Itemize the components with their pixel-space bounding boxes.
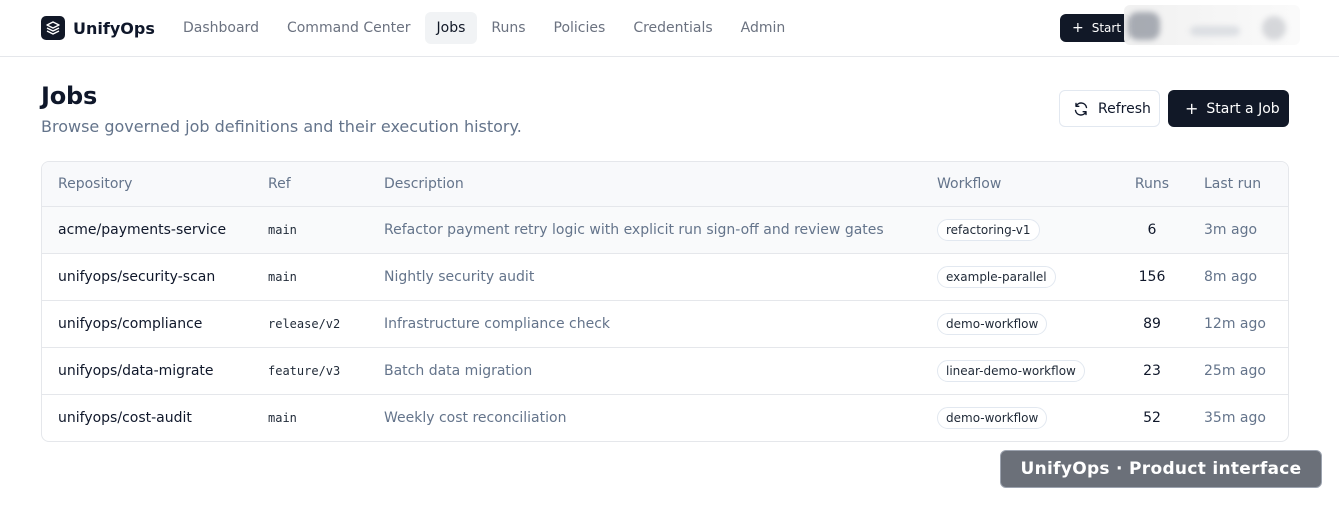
ref-cell: main [268,411,297,425]
table-row[interactable]: unifyops/compliance release/v2 Infrastru… [42,301,1288,348]
repository-cell: acme/payments-service [58,222,227,238]
workflow-badge: refactoring-v1 [937,219,1040,241]
runs-cell: 89 [1143,316,1161,332]
last-run-cell: 35m ago [1204,410,1266,426]
runs-cell: 156 [1138,269,1166,285]
table-row[interactable]: unifyops/data-migrate feature/v3 Batch d… [42,348,1288,395]
redacted-username [1190,26,1240,36]
workflow-cell: refactoring-v1 [937,207,1040,253]
brand[interactable]: UnifyOps [41,16,155,40]
runs-cell: 52 [1143,410,1161,426]
plus-icon: + [1185,99,1199,118]
ref-cell: main [268,223,297,237]
column-header-description[interactable]: Description [384,162,464,206]
layers-icon [41,16,65,40]
nav-item-jobs[interactable]: Jobs [424,12,478,44]
start-job-label: Start a Job [1206,100,1280,117]
workflow-badge: example-parallel [937,266,1056,288]
app-name: UnifyOps [73,18,155,38]
description-cell: Nightly security audit [384,269,535,285]
runs-cell: 23 [1143,363,1161,379]
workflow-badge: demo-workflow [937,407,1048,429]
product-watermark: UnifyOps · Product interface [1000,450,1322,488]
column-header-repository[interactable]: Repository [58,162,132,206]
description-cell: Weekly cost reconciliation [384,410,567,426]
workflow-badge: demo-workflow [937,313,1048,335]
top-start-button[interactable]: + Start [1060,14,1132,42]
repository-cell: unifyops/data-migrate [58,363,214,379]
column-header-ref[interactable]: Ref [268,162,291,206]
column-header-last-run[interactable]: Last run [1204,162,1261,206]
top-start-label: Start [1091,21,1122,35]
description-cell: Refactor payment retry logic with explic… [384,222,884,238]
last-run-cell: 25m ago [1204,363,1266,379]
page-subtitle: Browse governed job definitions and thei… [41,117,522,136]
column-header-workflow[interactable]: Workflow [937,162,1001,206]
nav-item-admin[interactable]: Admin [727,12,800,44]
workflow-cell: linear-demo-workflow [937,348,1085,394]
table-row[interactable]: acme/payments-service main Refactor paym… [42,207,1288,254]
refresh-label: Refresh [1098,100,1151,117]
redacted-menu [1262,16,1286,40]
description-cell: Batch data migration [384,363,533,379]
nav-item-policies[interactable]: Policies [540,12,620,44]
table-row[interactable]: unifyops/cost-audit main Weekly cost rec… [42,395,1288,441]
main-nav: Dashboard Command Center Jobs Runs Polic… [169,12,799,44]
ref-cell: release/v2 [268,317,341,331]
top-navigation-bar: UnifyOps Dashboard Command Center Jobs R… [0,0,1339,57]
refresh-icon [1073,101,1089,117]
runs-cell: 6 [1147,222,1157,238]
table-row[interactable]: unifyops/security-scan main Nightly secu… [42,254,1288,301]
workflow-cell: demo-workflow [937,395,1048,441]
nav-item-command-center[interactable]: Command Center [273,12,425,44]
last-run-cell: 3m ago [1204,222,1258,238]
last-run-cell: 12m ago [1204,316,1266,332]
redacted-avatar [1128,12,1160,40]
page-title: Jobs [41,82,98,110]
table-header: Repository Ref Description Workflow Runs… [42,162,1288,207]
plus-icon: + [1072,20,1084,36]
start-job-button[interactable]: + Start a Job [1168,90,1289,127]
description-cell: Infrastructure compliance check [384,316,611,332]
nav-item-runs[interactable]: Runs [477,12,539,44]
nav-item-credentials[interactable]: Credentials [619,12,726,44]
workflow-cell: example-parallel [937,254,1056,300]
workflow-cell: demo-workflow [937,301,1048,347]
ref-cell: feature/v3 [268,364,341,378]
repository-cell: unifyops/cost-audit [58,410,192,426]
refresh-button[interactable]: Refresh [1059,90,1160,127]
column-header-runs[interactable]: Runs [1127,162,1177,206]
last-run-cell: 8m ago [1204,269,1258,285]
workflow-badge: linear-demo-workflow [937,360,1085,382]
ref-cell: main [268,270,297,284]
nav-item-dashboard[interactable]: Dashboard [169,12,273,44]
jobs-table: Repository Ref Description Workflow Runs… [41,161,1289,442]
repository-cell: unifyops/compliance [58,316,203,332]
repository-cell: unifyops/security-scan [58,269,216,285]
